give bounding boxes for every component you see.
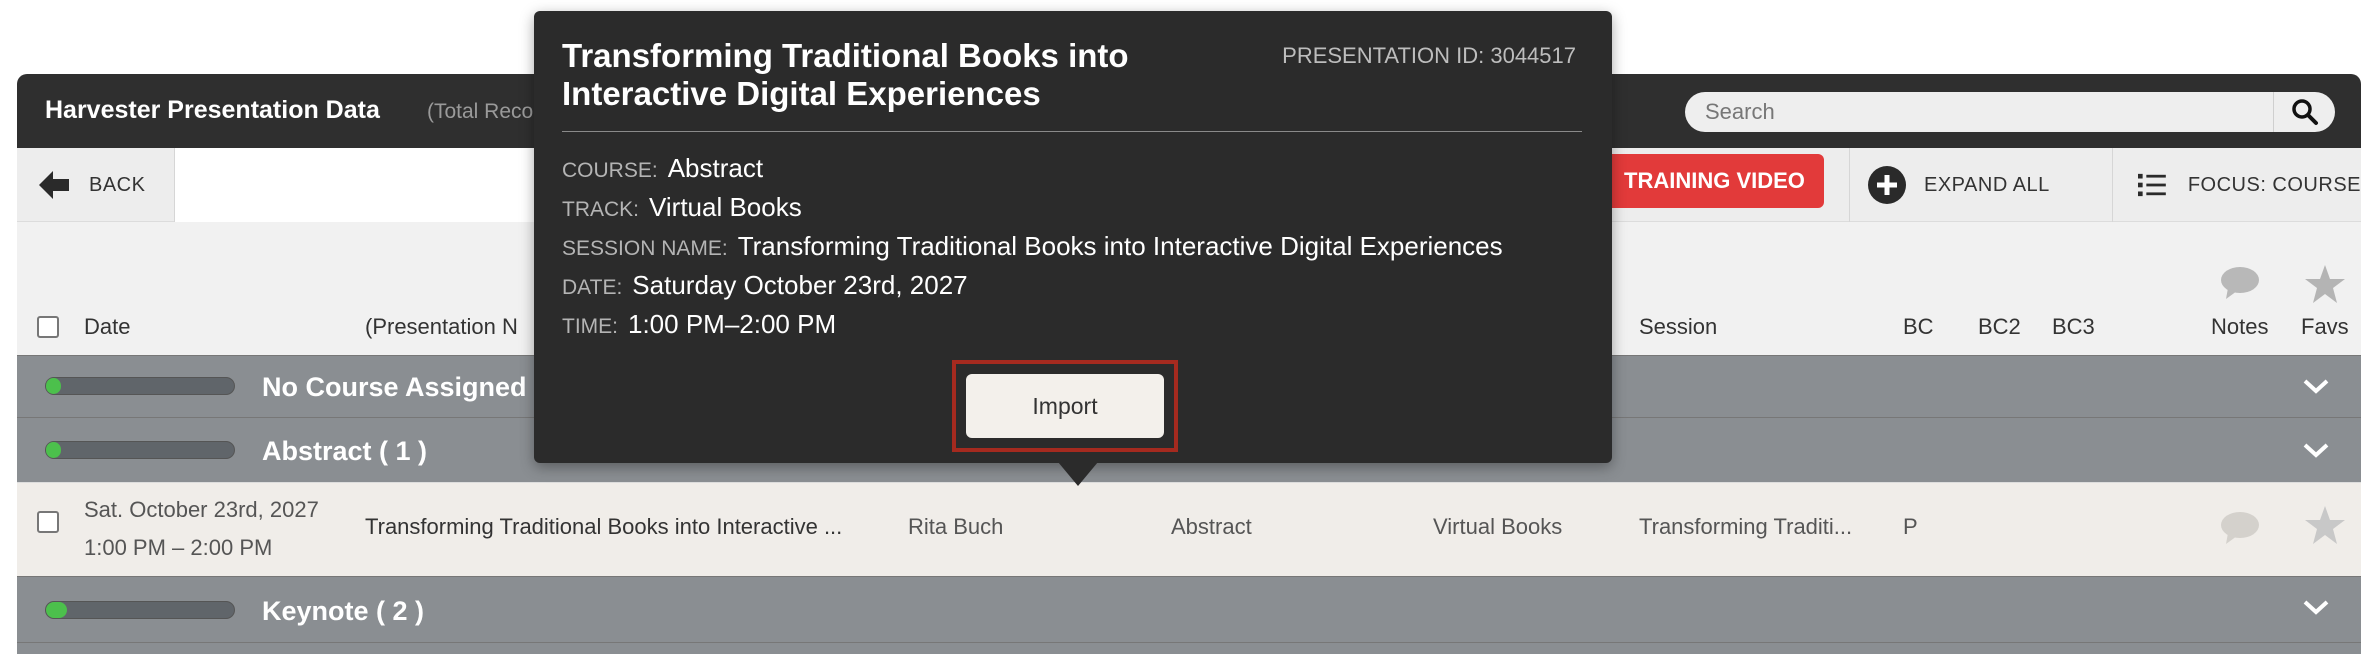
popup-title: Transforming Traditional Books into Inte…: [562, 37, 1129, 112]
back-label: BACK: [89, 173, 146, 196]
session-name-value: Transforming Traditional Books into Inte…: [737, 231, 1503, 261]
group-progress-bar: [45, 601, 235, 619]
column-favs[interactable]: Favs: [2301, 314, 2349, 340]
row-session: Transforming Traditi...: [1639, 514, 1853, 539]
search-input[interactable]: [1685, 92, 2265, 132]
popup-course-field: COURSE: Abstract: [562, 153, 763, 184]
column-bc3[interactable]: BC3: [2052, 314, 2095, 340]
time-label: TIME:: [562, 315, 618, 338]
row-track: Virtual Books: [1433, 514, 1563, 539]
chevron-down-icon[interactable]: [2301, 440, 2331, 460]
track-label: TRACK:: [562, 198, 640, 221]
notes-icon[interactable]: [2220, 511, 2260, 545]
notes-header-icon: [2221, 267, 2259, 299]
group-progress-fill: [46, 378, 62, 394]
column-notes[interactable]: Notes: [2211, 314, 2268, 340]
column-presentation[interactable]: (Presentation N: [365, 314, 518, 340]
chevron-down-icon[interactable]: [2301, 597, 2331, 617]
back-button[interactable]: BACK: [17, 148, 175, 222]
popup-time-field: TIME: 1:00 PM–2:00 PM: [562, 309, 836, 340]
page-title: Harvester Presentation Data: [45, 96, 380, 124]
course-value: Abstract: [667, 153, 764, 183]
group-label: Keynote ( 2 ): [262, 596, 425, 626]
favorite-star-icon[interactable]: [2304, 505, 2346, 545]
total-records-label: (Total Reco: [427, 100, 534, 123]
training-video-button[interactable]: TRAINING VIDEO: [1600, 154, 1824, 208]
date-label: DATE:: [562, 276, 623, 299]
presentation-id: PRESENTATION ID: 3044517: [1282, 43, 1576, 68]
training-video-label: TRAINING VIDEO: [1624, 168, 1805, 193]
row-presenter: Rita Buch: [908, 514, 1004, 539]
list-icon: [2138, 173, 2166, 197]
course-label: COURSE:: [562, 159, 658, 182]
popup-session-field: SESSION NAME: Transforming Traditional Bo…: [562, 231, 1503, 262]
chevron-down-icon[interactable]: [2301, 376, 2331, 396]
expand-all-button[interactable]: EXPAND ALL: [1849, 148, 2113, 222]
group-progress-bar: [45, 441, 235, 459]
row-checkbox[interactable]: [37, 511, 59, 533]
time-value: 1:00 PM–2:00 PM: [628, 309, 837, 339]
popup-arrow: [1058, 462, 1098, 486]
import-highlight: Import: [952, 360, 1178, 452]
back-arrow-icon: [39, 171, 69, 199]
row-bc: P: [1903, 514, 1918, 539]
popup-divider: [562, 131, 1582, 132]
popup-track-field: TRACK: Virtual Books: [562, 192, 802, 223]
focus-course-button[interactable]: FOCUS: COURSE: [2114, 148, 2361, 222]
import-button[interactable]: Import: [966, 374, 1164, 438]
session-name-label: SESSION NAME:: [562, 237, 728, 260]
group-row-keynote[interactable]: Keynote ( 2 ): [17, 576, 2361, 642]
search-box: [1685, 92, 2335, 132]
row-presentation[interactable]: Transforming Traditional Books into Inte…: [365, 514, 842, 540]
row-time: 1:00 PM – 2:00 PM: [84, 535, 273, 560]
row-date: Sat. October 23rd, 2027: [84, 497, 319, 522]
presentation-popup: Transforming Traditional Books into Inte…: [534, 11, 1612, 463]
group-label: No Course Assigned: [262, 372, 527, 402]
group-progress-bar: [45, 377, 235, 395]
column-session[interactable]: Session: [1639, 314, 1717, 340]
column-bc[interactable]: BC: [1903, 314, 1934, 340]
search-button[interactable]: [2273, 92, 2335, 132]
search-icon: [2291, 99, 2318, 125]
popup-date-field: DATE: Saturday October 23rd, 2027: [562, 270, 968, 301]
page: Harvester Presentation Data (Total Reco …: [0, 0, 2378, 654]
expand-all-label: EXPAND ALL: [1924, 173, 2050, 196]
group-progress-fill: [46, 602, 67, 618]
group-row-next: [17, 642, 2361, 654]
plus-circle-icon: [1868, 166, 1906, 204]
focus-course-label: FOCUS: COURSE: [2187, 173, 2361, 196]
column-date[interactable]: Date: [84, 314, 130, 340]
group-progress-fill: [46, 442, 62, 458]
star-header-icon: [2305, 265, 2345, 303]
column-bc2[interactable]: BC2: [1978, 314, 2021, 340]
track-value: Virtual Books: [649, 192, 802, 222]
group-label: Abstract ( 1 ): [262, 436, 428, 466]
row-course: Abstract: [1171, 514, 1252, 539]
select-all-checkbox[interactable]: [37, 316, 59, 338]
table-row[interactable]: Sat. October 23rd, 2027 1:00 PM – 2:00 P…: [17, 482, 2361, 576]
date-value: Saturday October 23rd, 2027: [632, 270, 968, 300]
